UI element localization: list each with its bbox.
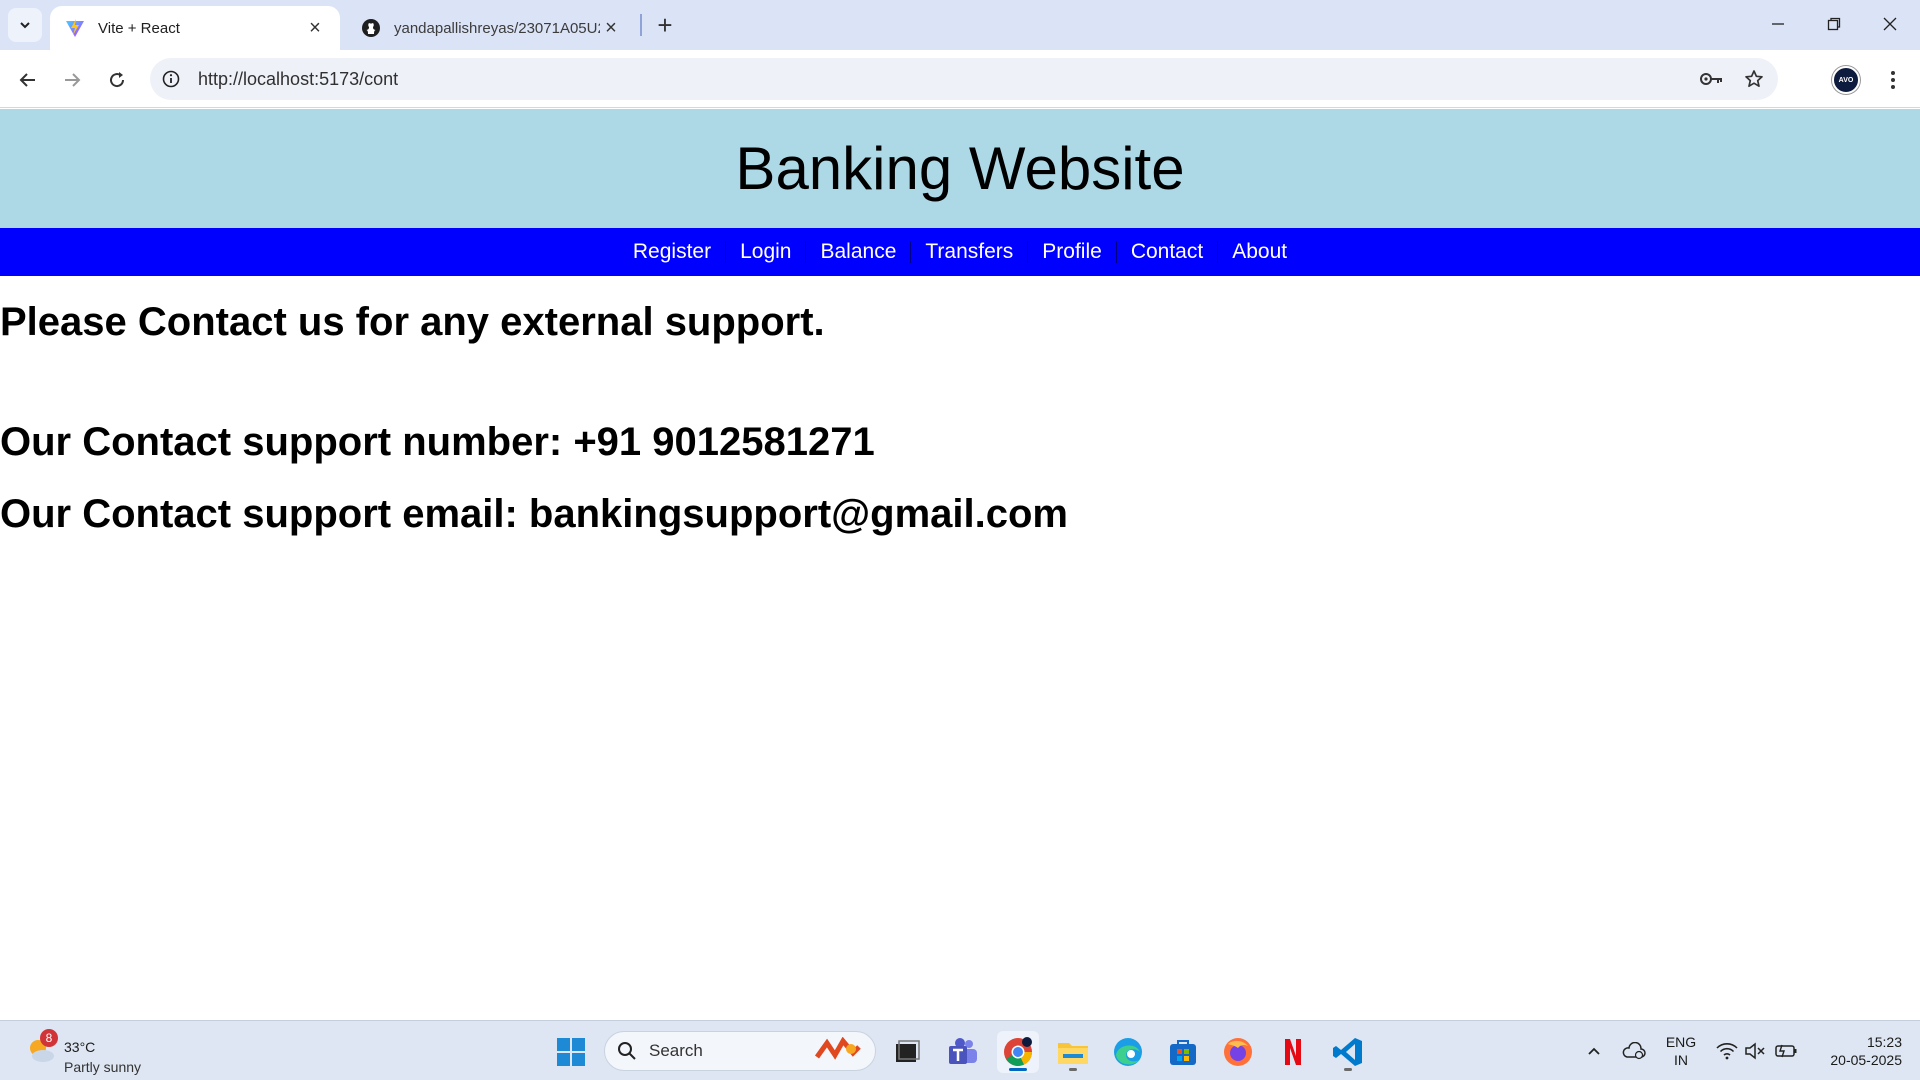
nav-link-contact[interactable]: Contact xyxy=(1115,241,1217,263)
minimize-icon xyxy=(1772,23,1784,25)
restore-icon xyxy=(1827,17,1841,31)
weather-desc: Partly sunny xyxy=(64,1059,142,1075)
vscode-button[interactable] xyxy=(1327,1031,1369,1073)
clock[interactable]: 15:23 20-05-2025 xyxy=(1810,1033,1902,1069)
arrow-right-icon xyxy=(65,73,81,87)
vite-icon xyxy=(64,17,86,39)
password-key-icon[interactable] xyxy=(1694,61,1730,97)
edge-icon xyxy=(1114,1038,1142,1066)
taskbar: 8 33°C Partly sunny Search ENG IN 15:23 … xyxy=(0,1020,1920,1080)
volume-muted-icon xyxy=(1745,1042,1765,1060)
nav-link-profile[interactable]: Profile xyxy=(1027,241,1116,263)
chrome-icon xyxy=(1004,1037,1032,1066)
site-title: Banking Website xyxy=(735,135,1185,202)
teams-icon xyxy=(949,1038,977,1064)
contact-phone: Our Contact support number: +91 90125812… xyxy=(0,420,875,464)
firefox-icon xyxy=(1224,1038,1252,1066)
running-indicator xyxy=(1344,1068,1352,1071)
netflix-button[interactable] xyxy=(1272,1031,1314,1073)
tab-github[interactable]: yandapallishreyas/23071A05U2 × xyxy=(346,6,636,50)
clock-time: 15:23 xyxy=(1866,1034,1902,1050)
browser-menu-button[interactable] xyxy=(1878,64,1908,96)
wifi-button[interactable] xyxy=(1714,1039,1740,1063)
close-icon xyxy=(1883,17,1897,31)
nav-link-register[interactable]: Register xyxy=(619,241,725,263)
task-view-icon xyxy=(896,1040,920,1062)
site-nav: Register Login Balance Transfers Profile… xyxy=(0,228,1920,276)
close-icon[interactable]: × xyxy=(304,17,326,39)
contact-email: Our Contact support email: bankingsuppor… xyxy=(0,492,1068,536)
new-tab-button[interactable]: + xyxy=(650,10,680,40)
search-highlight-icon xyxy=(814,1037,861,1060)
start-button[interactable] xyxy=(550,1031,592,1073)
edge-button[interactable] xyxy=(1107,1031,1149,1073)
language-code: ENG xyxy=(1665,1034,1697,1050)
folder-icon xyxy=(1058,1043,1088,1064)
clock-date: 20-05-2025 xyxy=(1830,1052,1902,1068)
language-indicator[interactable]: ENG IN xyxy=(1664,1033,1698,1069)
chevron-down-icon xyxy=(20,22,30,29)
reload-icon xyxy=(110,72,125,88)
tab-vite-react[interactable]: Vite + React × xyxy=(50,6,340,50)
back-button[interactable] xyxy=(10,62,46,98)
chrome-button[interactable] xyxy=(997,1031,1039,1073)
volume-button[interactable] xyxy=(1742,1039,1768,1063)
search-label: Search xyxy=(649,1041,703,1060)
show-hidden-icons-button[interactable] xyxy=(1582,1039,1606,1063)
file-explorer-button[interactable] xyxy=(1052,1031,1094,1073)
reload-button[interactable] xyxy=(99,62,135,98)
restore-button[interactable] xyxy=(1806,6,1862,42)
close-window-button[interactable] xyxy=(1862,6,1918,42)
address-bar[interactable]: http://localhost:5173/cont xyxy=(150,58,1778,100)
weather-badge: 8 xyxy=(40,1029,58,1047)
arrow-left-icon xyxy=(19,73,35,87)
github-icon xyxy=(360,17,382,39)
profile-avatar[interactable]: AVO xyxy=(1832,66,1860,94)
tab-strip: Vite + React × yandapallishreyas/23071A0… xyxy=(0,0,1920,50)
wifi-icon xyxy=(1716,1043,1738,1060)
bookmark-star-icon[interactable] xyxy=(1736,61,1772,97)
close-icon[interactable]: × xyxy=(600,17,622,39)
contact-heading: Please Contact us for any external suppo… xyxy=(0,300,825,344)
running-indicator xyxy=(1009,1068,1027,1071)
minimize-button[interactable] xyxy=(1750,6,1806,42)
info-icon[interactable] xyxy=(158,66,184,92)
nav-link-login[interactable]: Login xyxy=(725,241,805,263)
windows-logo-icon xyxy=(557,1038,585,1066)
more-vertical-icon xyxy=(1891,71,1895,89)
region-code: IN xyxy=(1674,1052,1688,1068)
task-view-button[interactable] xyxy=(886,1031,928,1073)
battery-button[interactable] xyxy=(1772,1039,1800,1063)
tab-title: Vite + React xyxy=(98,19,180,37)
store-button[interactable] xyxy=(1162,1031,1204,1073)
search-icon xyxy=(618,1042,636,1060)
netflix-icon xyxy=(1285,1039,1301,1065)
chevron-up-icon xyxy=(1588,1047,1600,1055)
weather-temp: 33°C xyxy=(64,1039,96,1055)
vscode-icon xyxy=(1333,1038,1362,1066)
forward-button[interactable] xyxy=(54,62,90,98)
taskbar-search[interactable]: Search xyxy=(604,1031,876,1071)
nav-link-transfers[interactable]: Transfers xyxy=(910,241,1027,263)
tab-divider xyxy=(640,14,642,36)
url-text[interactable]: http://localhost:5173/cont xyxy=(198,69,1694,90)
nav-link-about[interactable]: About xyxy=(1217,241,1301,263)
browser-toolbar: http://localhost:5173/cont AVO xyxy=(0,50,1920,108)
cloud-sync-icon xyxy=(1622,1042,1646,1060)
firefox-button[interactable] xyxy=(1217,1031,1259,1073)
weather-widget[interactable]: 8 33°C Partly sunny xyxy=(24,1029,184,1075)
store-icon xyxy=(1170,1040,1196,1065)
onedrive-button[interactable] xyxy=(1620,1039,1648,1063)
nav-link-balance[interactable]: Balance xyxy=(805,241,910,263)
tab-title: yandapallishreyas/23071A05U2 xyxy=(394,19,600,37)
teams-button[interactable] xyxy=(942,1031,984,1073)
site-header: Banking Website xyxy=(0,109,1920,228)
running-indicator xyxy=(1069,1068,1077,1071)
tab-search-button[interactable] xyxy=(8,8,42,42)
battery-charging-icon xyxy=(1775,1044,1797,1058)
